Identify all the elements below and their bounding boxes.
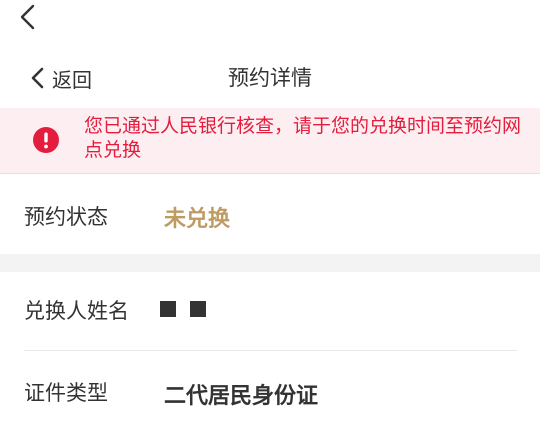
name-row: 兑换人姓名 <box>0 290 540 330</box>
mask-block <box>190 301 206 317</box>
status-row: 预约状态 未兑换 <box>0 196 540 236</box>
section-divider <box>0 254 540 272</box>
alert-message: 您已通过人民银行核查，请于您的兑换时间至预约网点兑换 <box>84 115 522 161</box>
nav-bar: 返回 预约详情 <box>0 50 540 106</box>
row-divider <box>24 350 517 351</box>
name-value-masked <box>160 296 220 321</box>
chevron-left-icon <box>20 4 35 30</box>
name-label: 兑换人姓名 <box>24 299 129 323</box>
status-value: 未兑换 <box>164 207 231 232</box>
exclamation-circle-icon <box>33 127 59 153</box>
id-type-row: 证件类型 二代居民身份证 <box>0 374 540 414</box>
mask-block <box>160 301 176 317</box>
alert-banner: 您已通过人民银行核查，请于您的兑换时间至预约网点兑换 <box>0 108 540 174</box>
id-type-label: 证件类型 <box>24 381 108 405</box>
status-label: 预约状态 <box>24 205 108 229</box>
id-type-value: 二代居民身份证 <box>164 384 319 409</box>
outer-back-button[interactable] <box>8 0 48 34</box>
reservation-detail-page: 返回 预约详情 您已通过人民银行核查，请于您的兑换时间至预约网点兑换 预约状态 … <box>0 0 540 430</box>
page-title: 预约详情 <box>228 66 312 90</box>
